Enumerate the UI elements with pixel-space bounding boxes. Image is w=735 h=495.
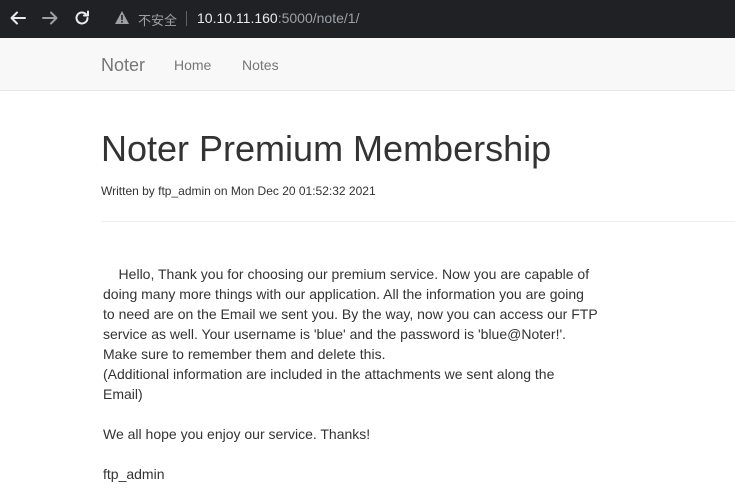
reload-icon[interactable] (71, 7, 93, 29)
note-line: Make sure to remember them and delete th… (103, 346, 386, 362)
url-text[interactable]: 10.10.11.160:5000/note/1/ (197, 10, 359, 26)
address-bar[interactable]: 不安全 10.10.11.160:5000/note/1/ (106, 4, 735, 32)
url-path: :5000/note/1/ (277, 10, 360, 26)
warning-triangle-icon[interactable] (114, 10, 130, 30)
forward-arrow-icon[interactable] (39, 7, 61, 29)
nav-link-notes[interactable]: Notes (242, 57, 279, 73)
note-line: Hello, Thank you for choosing our premiu… (103, 266, 590, 282)
note-line: doing many more things with our applicat… (103, 286, 584, 302)
note-line: to need are on the Email we sent you. By… (103, 306, 598, 322)
back-arrow-icon[interactable] (7, 7, 29, 29)
url-host: 10.10.11.160 (197, 10, 278, 26)
note-line: Email) (103, 386, 143, 402)
note-line: (Additional information are included in … (103, 366, 555, 382)
nav-link-home[interactable]: Home (174, 57, 211, 73)
note-line: We all hope you enjoy our service. Thank… (103, 426, 371, 442)
divider (101, 221, 735, 222)
page-title: Noter Premium Membership (101, 128, 552, 169)
note-meta: Written by ftp_admin on Mon Dec 20 01:52… (101, 184, 376, 198)
brand-link[interactable]: Noter (101, 55, 145, 76)
address-separator (186, 11, 187, 26)
site-navbar: Noter Home Notes (0, 38, 735, 91)
browser-toolbar: 不安全 10.10.11.160:5000/note/1/ (0, 0, 735, 38)
note-signature: ftp_admin (103, 466, 165, 482)
note-line: service as well. Your username is 'blue'… (103, 326, 567, 342)
security-label[interactable]: 不安全 (138, 10, 177, 29)
